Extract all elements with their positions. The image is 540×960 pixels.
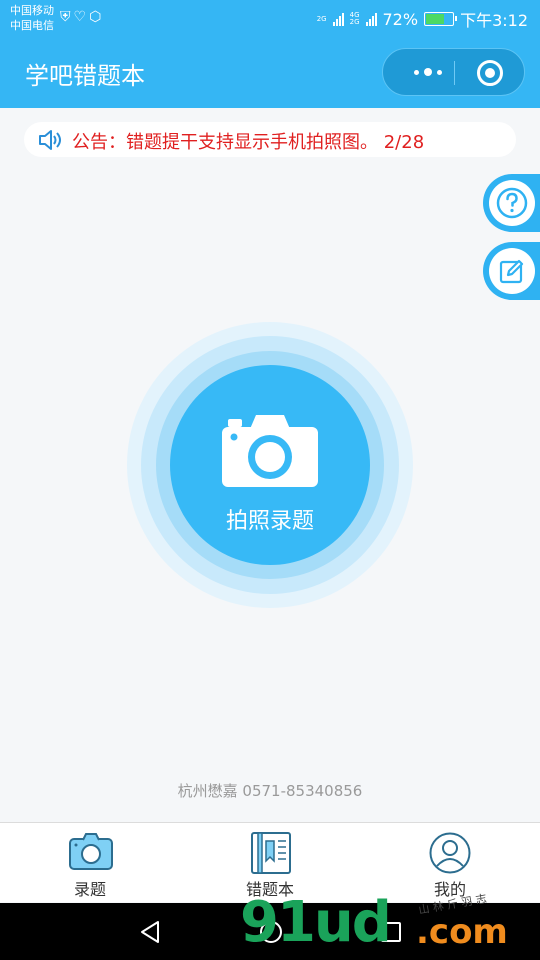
home-icon[interactable] bbox=[258, 919, 284, 945]
notice-bar[interactable]: 公告：错题提干支持显示手机拍照图。 2/28 bbox=[24, 122, 516, 157]
user-icon bbox=[429, 832, 471, 874]
page-title: 学吧错题本 bbox=[25, 62, 145, 90]
health-icon: ♡ bbox=[73, 9, 87, 25]
nav-bar: 学吧错题本 bbox=[0, 36, 540, 108]
dot-icon bbox=[424, 68, 432, 76]
edit-icon bbox=[499, 259, 524, 284]
camera-tab-icon bbox=[69, 833, 113, 870]
edit-button-inner bbox=[489, 248, 535, 294]
miniapp-capsule bbox=[382, 48, 525, 96]
signal-icon bbox=[332, 12, 344, 26]
tab-mistake-book-label: 错题本 bbox=[245, 880, 294, 899]
network-type-group: 4G 2G bbox=[350, 12, 360, 26]
network-type-3: 2G bbox=[349, 18, 360, 26]
tab-record[interactable]: 录题 bbox=[30, 823, 150, 903]
notebook-icon bbox=[251, 832, 291, 874]
company-contact: 杭州懋嘉 0571-85340856 bbox=[177, 782, 363, 800]
help-button[interactable] bbox=[483, 174, 540, 232]
battery-percent: 72% bbox=[382, 9, 419, 29]
carrier-info: 中国移动 中国电信 bbox=[10, 3, 54, 33]
network-type-1: 2G bbox=[316, 14, 327, 23]
carrier-1: 中国移动 bbox=[10, 4, 54, 17]
system-nav-bar bbox=[0, 903, 540, 960]
speaker-icon bbox=[39, 130, 61, 150]
status-icons-right: 2G 4G 2G 72% 下午3:12 bbox=[317, 7, 528, 31]
signal-icon-2 bbox=[365, 12, 377, 26]
status-bar: 中国移动 中国电信 ⛨ ♡ ⬡ 2G 4G 2G 72% 下午3:12 bbox=[0, 0, 540, 36]
photo-record-label: 拍照录题 bbox=[225, 509, 314, 534]
recent-apps-icon[interactable] bbox=[378, 919, 404, 945]
edit-button[interactable] bbox=[483, 242, 540, 300]
clock: 下午3:12 bbox=[460, 11, 528, 30]
status-icons-left: ⛨ ♡ ⬡ bbox=[60, 9, 101, 25]
shield-icon: ⛨ bbox=[60, 9, 71, 25]
camera-icon bbox=[222, 415, 318, 487]
tab-mistake-book[interactable]: 错题本 bbox=[210, 823, 330, 903]
hexagon-icon: ⬡ bbox=[89, 9, 102, 25]
dot-icon bbox=[437, 69, 442, 75]
notice-text: 公告：错题提干支持显示手机拍照图。 2/28 bbox=[72, 132, 425, 153]
question-icon bbox=[496, 187, 528, 219]
tab-record-label: 录题 bbox=[73, 880, 106, 899]
tab-mine[interactable]: 我的 bbox=[390, 823, 510, 903]
carrier-2: 中国电信 bbox=[10, 19, 54, 32]
back-icon[interactable] bbox=[138, 919, 164, 945]
close-miniapp-button[interactable] bbox=[477, 60, 503, 86]
photo-record-button[interactable]: 拍照录题 bbox=[170, 365, 370, 565]
capsule-divider bbox=[454, 61, 455, 85]
dot-icon bbox=[414, 69, 419, 75]
more-button[interactable] bbox=[403, 49, 453, 95]
tab-bar: 录题 错题本 我的 bbox=[0, 822, 540, 902]
tab-mine-label: 我的 bbox=[433, 880, 466, 899]
help-button-inner bbox=[489, 180, 535, 226]
battery-fill bbox=[426, 14, 445, 24]
battery-icon bbox=[424, 12, 458, 26]
